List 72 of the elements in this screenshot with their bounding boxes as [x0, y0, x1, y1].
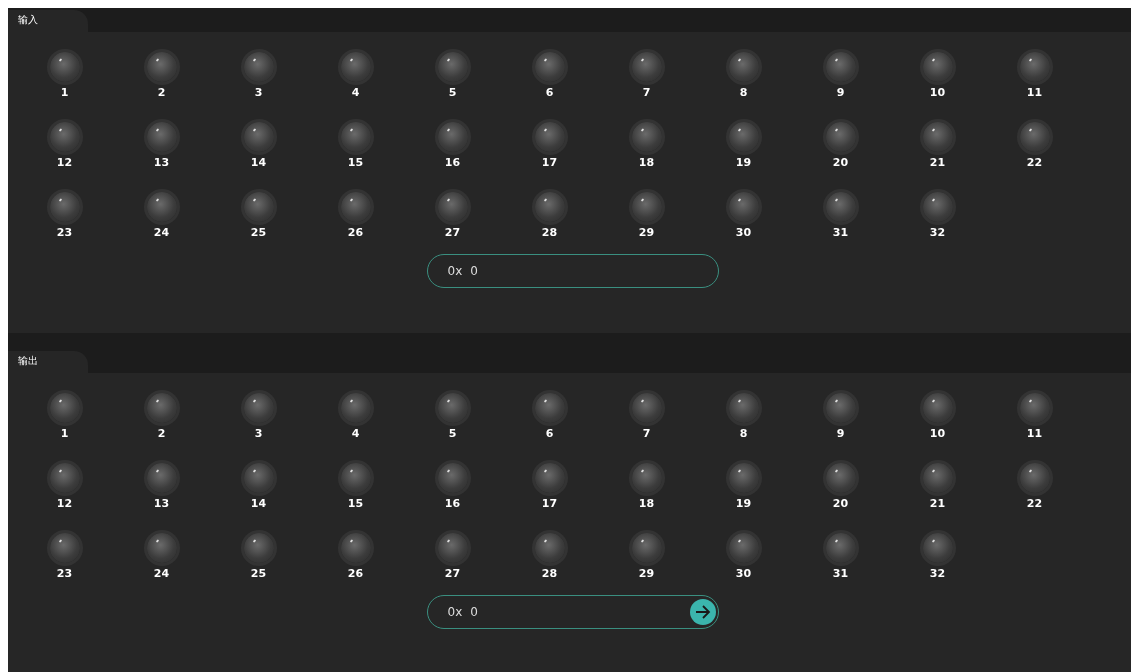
indicator-label: 1	[60, 427, 69, 441]
indicator-label: 32	[929, 567, 946, 581]
indicator-label: 29	[638, 226, 655, 240]
indicator-label: 7	[642, 86, 651, 100]
indicator-label: 16	[444, 497, 461, 511]
indicator-label: 26	[347, 567, 364, 581]
indicator-label: 32	[929, 226, 946, 240]
indicator-label: 30	[735, 226, 752, 240]
hex-prefix: 0x	[447, 604, 463, 621]
indicator-label: 25	[250, 226, 267, 240]
indicator-label: 14	[250, 156, 267, 170]
indicator-label: 31	[832, 226, 849, 240]
indicator-label: 11	[1026, 86, 1043, 100]
indicator-label: 21	[929, 497, 946, 511]
indicator-label: 13	[153, 156, 170, 170]
indicator-label: 11	[1026, 427, 1043, 441]
tab[interactable]: 输出	[8, 351, 88, 373]
indicator-label: 22	[1026, 156, 1043, 170]
indicator-label: 4	[351, 86, 360, 100]
indicator-label: 7	[642, 427, 651, 441]
indicator-label: 24	[153, 567, 170, 581]
indicator-label: 5	[448, 427, 457, 441]
indicator-label: 10	[929, 86, 946, 100]
indicator-label: 24	[153, 226, 170, 240]
indicator-label: 19	[735, 156, 752, 170]
indicator-label: 31	[832, 567, 849, 581]
indicator-label: 30	[735, 567, 752, 581]
indicator-label: 8	[739, 427, 748, 441]
indicator-label: 20	[832, 156, 849, 170]
indicator-label: 19	[735, 497, 752, 511]
indicator-label: 9	[836, 427, 845, 441]
tab[interactable]: 输入	[8, 10, 88, 32]
indicator-label: 25	[250, 567, 267, 581]
indicator-label: 14	[250, 497, 267, 511]
indicator-label: 3	[254, 427, 263, 441]
indicator-label: 3	[254, 86, 263, 100]
indicator-label: 23	[56, 226, 73, 240]
indicator-label: 12	[56, 497, 73, 511]
submit-button[interactable]	[689, 599, 716, 625]
field-value: 0	[470, 263, 479, 280]
indicator-label: 13	[153, 497, 170, 511]
indicator-label: 12	[56, 156, 73, 170]
indicator-label: 15	[347, 156, 364, 170]
indicator-label: 18	[638, 156, 655, 170]
field-value: 0	[470, 604, 479, 621]
hex-prefix: 0x	[447, 263, 463, 280]
indicator-label: 16	[444, 156, 461, 170]
indicator-label: 20	[832, 497, 849, 511]
indicator-label: 18	[638, 497, 655, 511]
indicator-label: 2	[157, 86, 166, 100]
indicator-label: 2	[157, 427, 166, 441]
indicator-label: 6	[545, 86, 554, 100]
indicator-label: 26	[347, 226, 364, 240]
indicator-label: 10	[929, 427, 946, 441]
indicator-label: 28	[541, 567, 558, 581]
indicator-label: 6	[545, 427, 554, 441]
indicator-label: 23	[56, 567, 73, 581]
indicator-label: 27	[444, 226, 461, 240]
indicator-label: 22	[1026, 497, 1043, 511]
indicator-label: 9	[836, 86, 845, 100]
indicator-label: 5	[448, 86, 457, 100]
indicator-label: 4	[351, 427, 360, 441]
indicator-label: 17	[541, 156, 558, 170]
indicator-label: 15	[347, 497, 364, 511]
indicator-label: 29	[638, 567, 655, 581]
indicator-label: 8	[739, 86, 748, 100]
arrow-right-icon	[694, 605, 711, 619]
indicator-label: 27	[444, 567, 461, 581]
indicator-label: 17	[541, 497, 558, 511]
indicator-label: 21	[929, 156, 946, 170]
indicator-label: 28	[541, 226, 558, 240]
indicator-label: 1	[60, 86, 69, 100]
